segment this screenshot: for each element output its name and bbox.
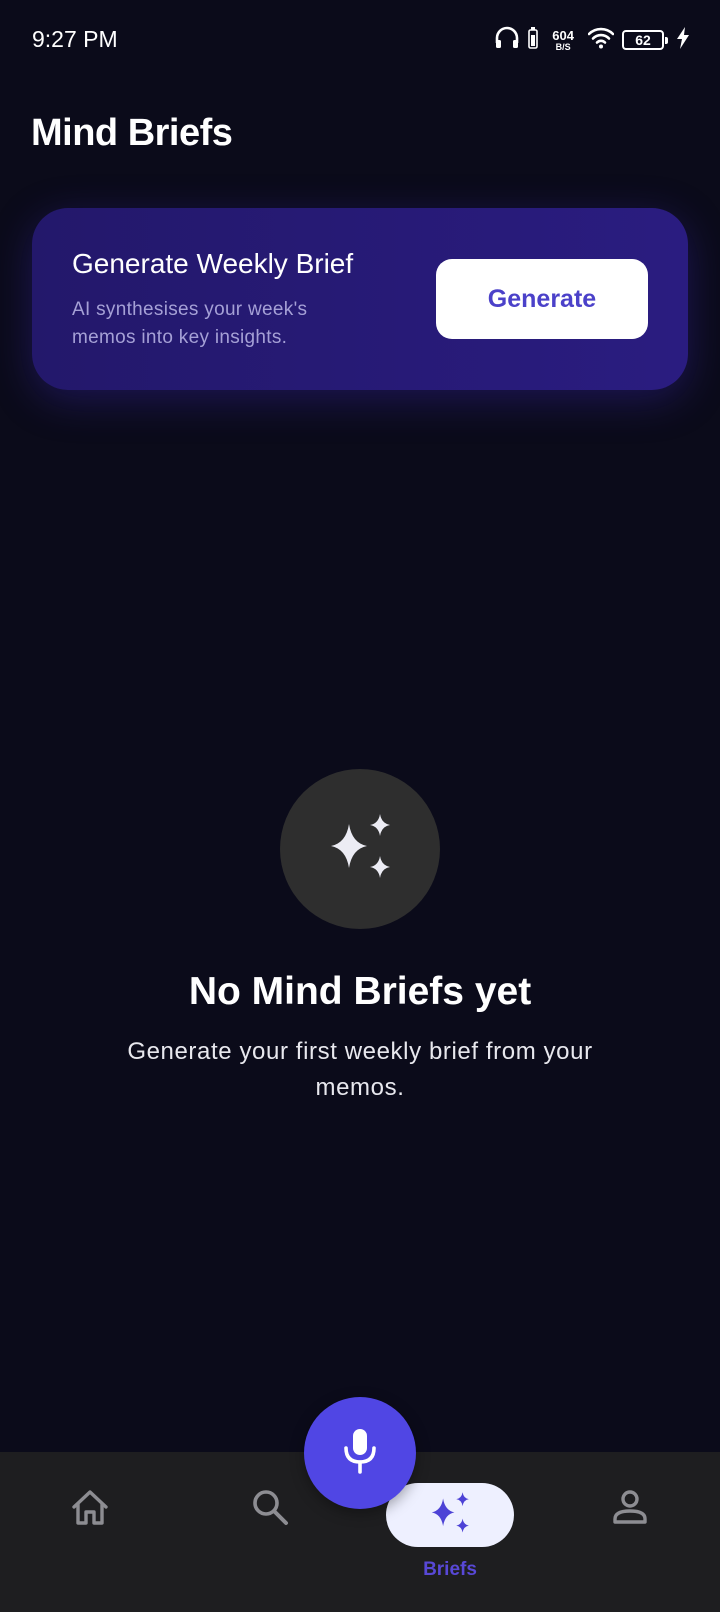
mind-briefs-screen: 9:27 PM 604 B/S 62 Mind Briefs Generate …	[0, 0, 720, 1612]
wifi-icon	[587, 27, 615, 54]
empty-state-icon-circle	[280, 769, 440, 929]
empty-state-description: Generate your first weekly brief from yo…	[127, 1038, 593, 1101]
briefs-active-pill	[386, 1483, 514, 1547]
headphones-icon	[494, 26, 520, 55]
home-icon	[65, 1482, 115, 1532]
network-speed-unit: B/S	[555, 41, 571, 52]
status-bar: 9:27 PM 604 B/S 62	[0, 0, 720, 80]
nav-item-profile[interactable]	[580, 1452, 680, 1612]
generate-brief-card: Generate Weekly Brief AI synthesises you…	[32, 208, 688, 390]
status-icons: 604 B/S 62	[494, 22, 690, 58]
empty-state-title: No Mind Briefs yet	[188, 970, 532, 1013]
network-speed-value: 604	[552, 27, 574, 43]
page-title: Mind Briefs	[31, 112, 233, 154]
search-icon	[245, 1482, 295, 1532]
status-time: 9:27 PM	[32, 26, 118, 52]
battery-small-icon	[528, 26, 539, 54]
nav-item-search[interactable]	[220, 1452, 320, 1612]
battery-level: 62	[635, 32, 651, 48]
network-speed: 604 B/S	[552, 29, 574, 52]
card-title: Generate Weekly Brief	[72, 248, 354, 279]
profile-icon	[605, 1482, 655, 1532]
microphone-icon	[340, 1427, 380, 1480]
nav-item-home[interactable]	[40, 1452, 140, 1612]
sparkles-icon	[428, 1491, 472, 1540]
battery-icon: 62	[622, 30, 668, 50]
card-description: AI synthesises your week's memos into ke…	[72, 299, 308, 348]
nav-label-briefs: Briefs	[423, 1559, 477, 1580]
sparkles-icon	[325, 812, 395, 887]
record-memo-button[interactable]	[304, 1397, 416, 1509]
generate-button[interactable]: Generate	[436, 259, 648, 339]
charging-bolt-icon	[676, 26, 690, 54]
